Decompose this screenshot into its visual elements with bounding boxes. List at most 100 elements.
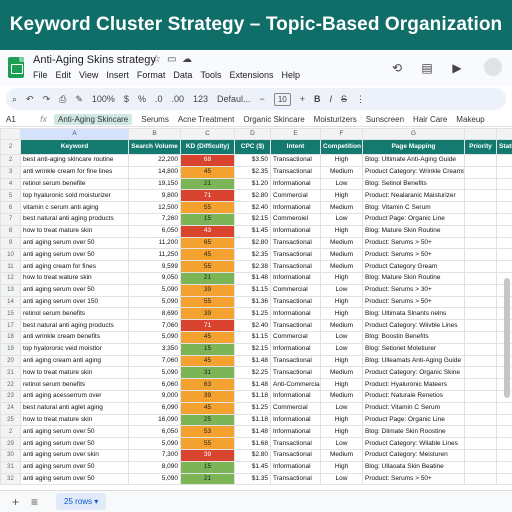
formula-chip[interactable]: Serums	[141, 115, 169, 124]
status-cell[interactable]	[496, 448, 512, 462]
table-row[interactable]: 15 retinol serum benefits 8,690 39 $1.25 Info…	[0, 307, 512, 321]
page-mapping-cell[interactable]: Product Page: Organic Line	[362, 212, 465, 226]
search-menus-icon[interactable]: ⌕	[12, 94, 17, 105]
intent-cell[interactable]: Transactional	[270, 472, 321, 486]
priority-cell[interactable]	[464, 260, 497, 273]
kd-cell[interactable]: 55	[180, 201, 235, 214]
cpc-cell[interactable]: $1.45	[234, 224, 271, 238]
formula-chip[interactable]: Moisturizers	[314, 115, 357, 124]
search-volume-cell[interactable]: 5,090	[128, 295, 181, 309]
competition-cell[interactable]: Low	[320, 283, 363, 297]
row-number[interactable]: 11	[0, 260, 21, 273]
formula-chip[interactable]: Sunscreen	[366, 115, 404, 124]
column-header-i[interactable]	[496, 128, 512, 140]
search-volume-cell[interactable]: 6,050	[128, 224, 181, 238]
intent-cell[interactable]: Transactional	[270, 448, 321, 462]
page-mapping-cell[interactable]: Blog: Ultimate Anti-Aging Guide	[362, 154, 465, 167]
table-row[interactable]: 23 anti aging acesserrum over 9,000 39 $1.18…	[0, 389, 512, 403]
table-row[interactable]: 22 retinol serum benefits 6,060 63 $1.48 Anti…	[0, 378, 512, 391]
search-volume-cell[interactable]: 7,060	[128, 354, 181, 368]
competition-cell[interactable]: High	[320, 307, 363, 321]
priority-cell[interactable]	[464, 448, 497, 462]
formula-chip[interactable]: Hair Care	[413, 115, 447, 124]
intent-cell[interactable]: Commercial	[270, 283, 321, 297]
intent-cell[interactable]: Commercial	[270, 401, 321, 415]
cpc-cell[interactable]: $2.35	[234, 165, 271, 179]
search-volume-cell[interactable]: 11,250	[128, 248, 181, 262]
document-title[interactable]: Anti-Aging Skins strategy	[33, 54, 156, 66]
keyword-cell[interactable]: anti aging serum over 50	[20, 460, 129, 474]
priority-cell[interactable]	[464, 366, 497, 380]
table-row[interactable]: 9 anti aging serum over 50 11,200 65 $2.80 Tr…	[0, 236, 512, 250]
competition-cell[interactable]: Low	[320, 212, 363, 226]
cpc-cell[interactable]: $2.80	[234, 236, 271, 250]
search-volume-cell[interactable]: 9,000	[128, 389, 181, 403]
table-row[interactable]: 17 best natural anti aging products 7,060 7…	[0, 319, 512, 332]
table-row[interactable]: 10 anti aging serum over 50 11,250 45 $2.35 T…	[0, 248, 512, 262]
search-volume-cell[interactable]: 7,300	[128, 448, 181, 462]
priority-cell[interactable]	[464, 307, 497, 321]
table-row[interactable]: 25 how to treat mature skin 16,090 25 $1.18 I…	[0, 413, 512, 427]
cpc-cell[interactable]: $1.48	[234, 271, 271, 285]
column-header-f[interactable]: F	[320, 128, 363, 140]
priority-cell[interactable]	[464, 189, 497, 203]
intent-cell[interactable]: Transactional	[270, 319, 321, 332]
search-volume-cell[interactable]: 9,800	[128, 189, 181, 203]
status-cell[interactable]	[496, 460, 512, 474]
search-volume-cell[interactable]: 5,090	[128, 366, 181, 380]
page-mapping-cell[interactable]: Product: Serums > 50+	[362, 472, 465, 486]
cpc-cell[interactable]: $1.45	[234, 460, 271, 474]
keyword-cell[interactable]: retinol serum benefits	[20, 307, 129, 321]
intent-cell[interactable]: Transactional	[270, 366, 321, 380]
intent-cell[interactable]: Informational	[270, 425, 321, 439]
cpc-cell[interactable]: $1.68	[234, 437, 271, 450]
competition-cell[interactable]: High	[320, 224, 363, 238]
row-number[interactable]: 4	[0, 177, 21, 191]
kd-cell[interactable]: 31	[180, 366, 235, 380]
kd-cell[interactable]: 71	[180, 189, 235, 203]
search-volume-cell[interactable]: 6,090	[128, 401, 181, 415]
intent-cell[interactable]: Informational	[270, 413, 321, 427]
cpc-cell[interactable]: $3.50	[234, 154, 271, 167]
intent-cell[interactable]: Transactional	[270, 165, 321, 179]
intent-cell[interactable]: Transactional	[270, 295, 321, 309]
keyword-cell[interactable]: best natural anti aglet aging	[20, 401, 129, 415]
intent-cell[interactable]: Informational	[270, 389, 321, 403]
page-mapping-cell[interactable]: Product Category: Wrinkle Creams	[362, 165, 465, 179]
formula-chip[interactable]: Anti-Aging Skincare	[54, 113, 133, 125]
table-row[interactable]: 5 top hyaluronic sold moisturizer 9,800 71 $…	[0, 189, 512, 203]
status-cell[interactable]	[496, 401, 512, 415]
intent-cell[interactable]: Transactional	[270, 236, 321, 250]
priority-cell[interactable]	[464, 437, 497, 450]
kd-cell[interactable]: 65	[180, 236, 235, 250]
cpc-cell[interactable]: $1.15	[234, 283, 271, 297]
status-cell[interactable]	[496, 425, 512, 439]
page-mapping-cell[interactable]: Product: Serums > 50+	[362, 248, 465, 262]
intent-cell[interactable]: Informational	[270, 201, 321, 214]
decrease-decimal-button[interactable]: .0	[155, 94, 163, 104]
page-mapping-cell[interactable]: Blog: Boostin Benefits	[362, 330, 465, 344]
priority-cell[interactable]	[464, 354, 497, 368]
keyword-cell[interactable]: anti aging serum over 50	[20, 425, 129, 439]
priority-cell[interactable]	[464, 248, 497, 262]
cpc-cell[interactable]: $1.48	[234, 378, 271, 391]
more-options-icon[interactable]: ⋮	[356, 94, 365, 105]
status-cell[interactable]	[496, 413, 512, 427]
kd-cell[interactable]: 55	[180, 260, 235, 273]
cpc-cell[interactable]: $2.15	[234, 212, 271, 226]
page-mapping-cell[interactable]: Blog: Setionet Moletiurer	[362, 342, 465, 356]
keyword-cell[interactable]: anti aging acesserrum over	[20, 389, 129, 403]
column-header-c[interactable]: C	[180, 128, 235, 140]
kd-cell[interactable]: 15	[180, 342, 235, 356]
cpc-cell[interactable]: $1.25	[234, 307, 271, 321]
keyword-cell[interactable]: how to treat mature skin	[20, 224, 129, 238]
keyword-cell[interactable]: anti aging serum over 50	[20, 283, 129, 297]
more-formats-button[interactable]: 123	[193, 94, 208, 104]
priority-cell[interactable]	[464, 165, 497, 179]
row-number[interactable]: 17	[0, 319, 21, 332]
sheets-logo-icon[interactable]	[8, 57, 24, 78]
keyword-cell[interactable]: anti aging serum over 50	[20, 248, 129, 262]
competition-cell[interactable]: Medium	[320, 165, 363, 179]
priority-cell[interactable]	[464, 283, 497, 297]
status-cell[interactable]	[496, 201, 512, 214]
